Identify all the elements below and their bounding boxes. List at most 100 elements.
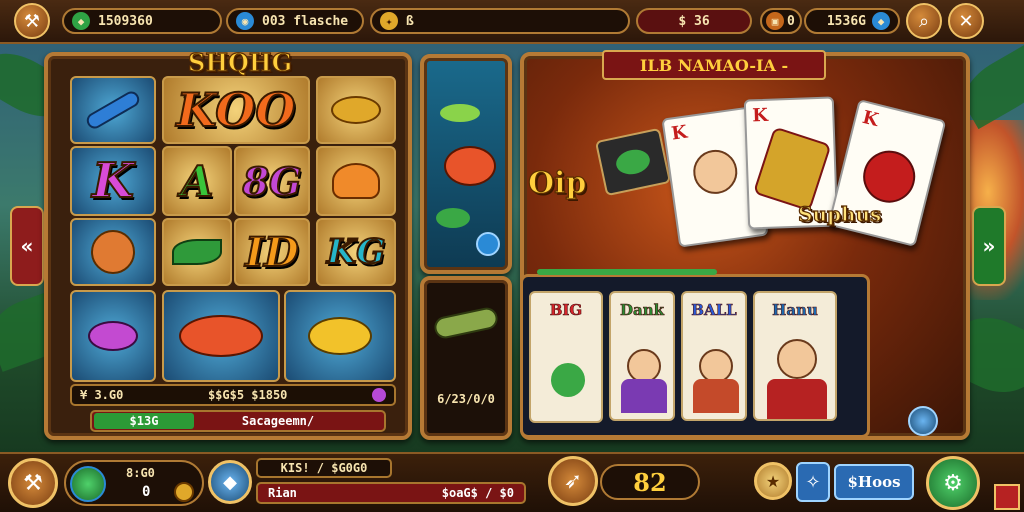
bonus-icon[interactable] <box>372 388 386 402</box>
reel-symbol-kg[interactable]: KG <box>316 218 396 286</box>
ornament-icon <box>752 126 832 212</box>
item-panel[interactable]: 6/23/0/0 <box>420 276 512 440</box>
reel-symbol-k[interactable]: K <box>70 146 156 216</box>
shop-button[interactable]: $Hoos <box>834 464 914 500</box>
chest-value: 0 <box>787 13 795 29</box>
magic-lamp-icon <box>331 96 381 124</box>
combo-label: Suphus <box>797 201 882 226</box>
progress-label: $13G <box>94 413 194 429</box>
mini-card-label: BIG <box>549 301 583 320</box>
symbol-id: ID <box>244 228 299 277</box>
reel-symbol-8g[interactable]: 8G <box>234 146 310 216</box>
fox-icon <box>91 230 135 274</box>
settings-gear-icon[interactable]: ⚙ <box>926 456 980 510</box>
magnifier-icon[interactable]: ⌕ <box>906 3 942 39</box>
gems-value: 1509360 <box>98 13 153 29</box>
slot-title: SHQHG <box>187 47 293 77</box>
reel-symbol-fox[interactable] <box>70 218 156 286</box>
emerald-icon <box>70 466 106 502</box>
snowflake-icon[interactable] <box>908 406 938 436</box>
horn-icon[interactable]: ➶ <box>548 456 598 506</box>
build-icon[interactable]: ⚒ <box>8 458 58 508</box>
shell-icon <box>332 163 380 199</box>
character-portrait-icon <box>699 349 733 383</box>
mini-card-label: BALL <box>691 301 737 320</box>
mini-card-hanu[interactable]: Hanu <box>753 291 837 421</box>
symbol-a: A <box>180 156 215 207</box>
item-value: 6/23/0/0 <box>437 392 495 406</box>
aquarium-panel[interactable] <box>420 54 512 274</box>
mini-card-label: Dank <box>619 301 665 320</box>
fish-icon <box>308 317 372 355</box>
status-label: Sacageemn/ <box>241 414 315 428</box>
orb-icon[interactable] <box>476 232 500 256</box>
robe-icon <box>621 379 667 413</box>
bottom-bar: ⚒ 8:G0 0 ◆ KIS! / $G0G0 Rian $oaG$ / $0 … <box>0 452 1024 512</box>
reel-symbol-purple-fish[interactable] <box>70 290 156 382</box>
chest-counter[interactable]: ▣ 0 <box>760 8 802 34</box>
globe-icon: ◉ <box>236 12 254 30</box>
turtle-icon <box>613 146 653 178</box>
plant-icon <box>551 363 585 397</box>
small-fish-icon <box>440 104 480 122</box>
reel-symbol-a[interactable]: A <box>162 146 232 216</box>
scroll-icon <box>83 88 143 132</box>
mini-card-big[interactable]: BIG <box>529 291 603 423</box>
profile-value-bottom: 0 <box>142 484 151 500</box>
green-fish-icon <box>436 208 470 228</box>
reel-symbol-scroll[interactable] <box>70 76 156 144</box>
reel-symbol-koo[interactable]: KOO <box>162 76 310 144</box>
gem-icon: ◆ <box>72 12 90 30</box>
reel-symbol-id[interactable]: ID <box>234 218 310 286</box>
bank-counter[interactable]: 1536G ◆ <box>804 8 900 34</box>
coins-value: 003 flasche <box>262 13 349 29</box>
gear-icon[interactable] <box>174 482 194 502</box>
card-rank: K <box>751 104 769 127</box>
right-arrow-button[interactable]: » <box>972 206 1006 286</box>
info-line-bottom: Rian $oaG$ / $0 <box>256 482 526 504</box>
queen-portrait-icon <box>690 147 741 197</box>
turtle-card[interactable] <box>594 127 672 197</box>
red-medallion-icon <box>857 145 921 209</box>
status-bar: $13G Sacageemn/ <box>90 410 386 432</box>
cross-icon[interactable]: ✧ <box>796 462 830 502</box>
level-bar: ✦ ß <box>370 8 630 34</box>
score-value: 82 <box>600 464 700 500</box>
fish-icon <box>179 315 263 357</box>
close-corner-icon[interactable] <box>994 484 1020 510</box>
reel-symbol-yellow-fish[interactable] <box>284 290 396 382</box>
left-arrow-button[interactable]: « <box>10 206 44 286</box>
card-tray: BIG Dank BALL Hanu <box>520 269 870 438</box>
mini-card-label: Hanu <box>772 301 818 320</box>
bottle-icon <box>432 305 500 341</box>
card-rank: K <box>860 106 881 131</box>
gems-counter[interactable]: ◆ 1509360 <box>62 8 222 34</box>
treasure-chest-icon: ▣ <box>766 12 784 30</box>
blue-gem-icon: ◆ <box>872 12 890 30</box>
bank-value: 1536G <box>826 13 866 29</box>
reel-symbol-leaf[interactable] <box>162 218 232 286</box>
reel-symbol-lamp[interactable] <box>316 76 396 144</box>
level-label: ß <box>406 13 414 29</box>
reel-symbol-shell[interactable] <box>316 146 396 216</box>
info-line-right: $oaG$ / $0 <box>441 486 514 500</box>
hero-portrait-icon <box>777 339 817 379</box>
card-rank: K <box>670 121 689 145</box>
crystal-icon[interactable]: ◆ <box>208 460 252 504</box>
crossed-tools-icon[interactable]: ⚒ <box>14 3 50 39</box>
coins-counter[interactable]: ◉ 003 flasche <box>226 8 364 34</box>
symbol-koo: KOO <box>176 82 297 138</box>
tray-progress <box>537 269 717 275</box>
profile-panel[interactable]: 8:G0 0 <box>64 460 204 506</box>
symbol-kg: KG <box>326 231 387 273</box>
flash-label: Oip <box>527 165 587 201</box>
star-icon[interactable]: ★ <box>754 462 792 500</box>
robe-icon <box>693 379 739 413</box>
mini-card-ball[interactable]: BALL <box>681 291 747 421</box>
mini-card-dank[interactable]: Dank <box>609 291 675 421</box>
close-x-icon[interactable]: ✕ <box>948 3 984 39</box>
medal-icon: ✦ <box>380 12 398 30</box>
symbol-8g: 8G <box>242 158 303 205</box>
energy-counter[interactable]: $ 36 <box>636 8 752 34</box>
reel-symbol-red-fish[interactable] <box>162 290 280 382</box>
